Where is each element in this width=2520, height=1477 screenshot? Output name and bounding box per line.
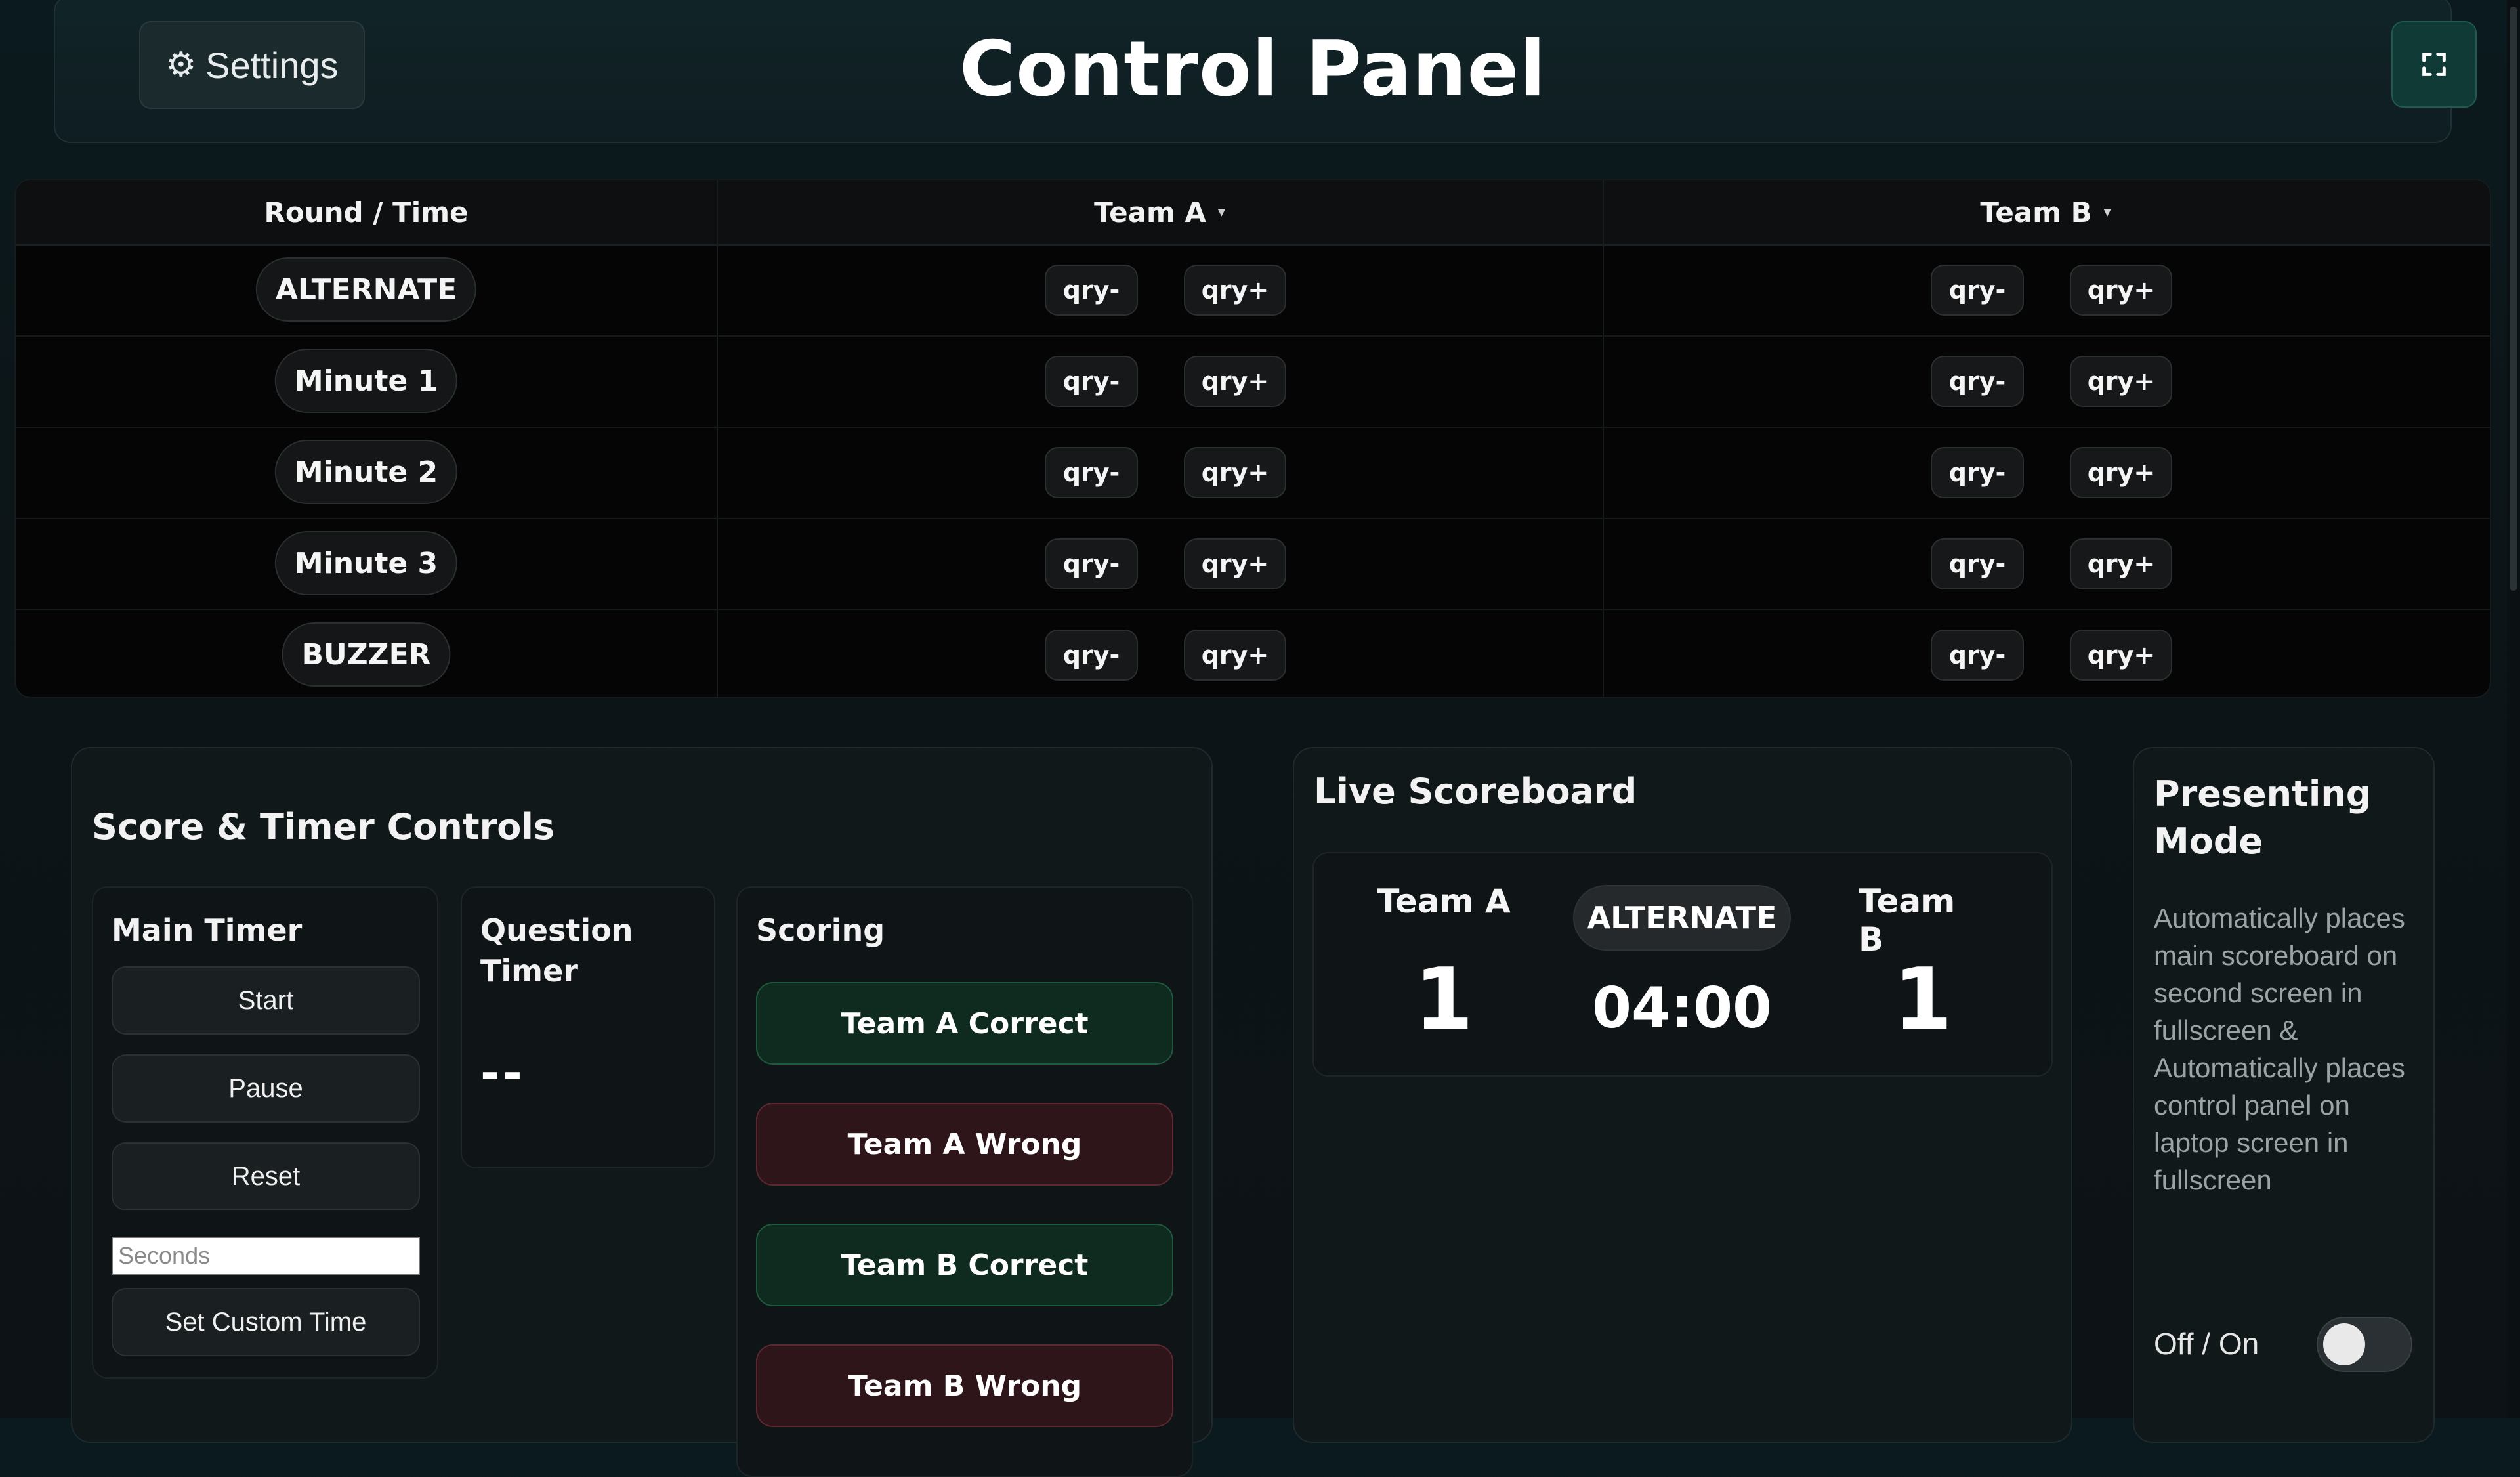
presenting-mode-title: Presenting Mode [2154,773,2372,862]
team-a-question-plus-button[interactable]: qry+ [1184,356,1286,407]
column-header-label: Team A [1094,196,1206,228]
start-button[interactable]: Start [112,966,420,1035]
column-header-team-b[interactable]: Team B ▾ [1603,180,2488,244]
team-a-question-plus-button[interactable]: qry+ [1184,447,1286,498]
team-b-score: 1 [1893,949,1953,1049]
table-header: Round / Time Team A ▾ Team B ▾ [16,180,2490,246]
table-row: Minute 3 qry-qry+ qry-qry+ [16,518,2490,610]
team-b-question-plus-button[interactable]: qry+ [2070,630,2172,681]
team-a-question-minus-button[interactable]: qry- [1045,356,1138,407]
team-a-wrong-button[interactable]: Team A Wrong [756,1103,1173,1186]
team-a-question-minus-button[interactable]: qry- [1045,538,1138,589]
main-timer-display: 04:00 [1592,975,1772,1041]
table-row: Minute 1 qry-qry+ qry-qry+ [16,335,2490,428]
current-round-badge: ALTERNATE [1573,885,1791,951]
question-timer-panel: Question Timer -- [461,886,715,1168]
team-b-question-minus-button[interactable]: qry- [1931,447,2024,498]
rounds-table: Round / Time Team A ▾ Team B ▾ ALTERNATE… [14,179,2491,698]
team-b-question-plus-button[interactable]: qry+ [2070,447,2172,498]
main-timer-panel: Main Timer Start Pause Reset Set Custom … [92,886,438,1379]
team-a-question-minus-button[interactable]: qry- [1045,265,1138,316]
team-a-correct-button[interactable]: Team A Correct [756,982,1173,1065]
reset-button[interactable]: Reset [112,1142,420,1210]
page-title: Control Panel [959,25,1547,114]
team-b-wrong-button[interactable]: Team B Wrong [756,1344,1173,1427]
seconds-input[interactable] [112,1237,420,1275]
team-b-question-plus-button[interactable]: qry+ [2070,356,2172,407]
team-a-question-plus-button[interactable]: qry+ [1184,538,1286,589]
team-a-question-minus-button[interactable]: qry- [1045,447,1138,498]
team-a-score: 1 [1414,949,1474,1049]
round-button[interactable]: Minute 3 [274,531,458,595]
toggle-knob [2323,1323,2365,1365]
table-row: Minute 2 qry-qry+ qry-qry+ [16,427,2490,519]
fullscreen-button[interactable] [2391,21,2477,108]
live-scoreboard-panel: Live Scoreboard Team A 1 ALTERNATE 04:00… [1293,747,2072,1443]
toggle-label: Off / On [2154,1327,2259,1361]
team-b-question-minus-button[interactable]: qry- [1931,265,2024,316]
round-button[interactable]: BUZZER [282,622,451,687]
column-header-team-a[interactable]: Team A ▾ [717,180,1603,244]
set-custom-time-button[interactable]: Set Custom Time [112,1288,420,1356]
chevron-down-icon: ▾ [2103,203,2111,221]
team-a-question-plus-button[interactable]: qry+ [1184,265,1286,316]
scrollbar-thumb[interactable] [2510,7,2517,591]
scoreboard-title: Live Scoreboard [1314,771,1637,812]
column-header-label: Round / Time [264,196,469,228]
presenting-mode-panel: Presenting Mode Automatically places mai… [2133,747,2435,1443]
team-b-name: Team B [1858,882,1956,958]
team-b-question-plus-button[interactable]: qry+ [2070,538,2172,589]
round-button[interactable]: Minute 1 [274,349,458,413]
team-b-question-minus-button[interactable]: qry- [1931,356,2024,407]
pause-button[interactable]: Pause [112,1054,420,1123]
scoring-panel: Scoring Team A Correct Team A Wrong Team… [736,886,1193,1477]
chevron-down-icon: ▾ [1217,203,1225,221]
question-timer-title: Question Timer [480,912,633,989]
round-button[interactable]: ALTERNATE [255,257,477,322]
main-timer-title: Main Timer [112,912,303,948]
header-bar: ⚙ Settings Control Panel [54,0,2477,143]
column-header-label: Team B [1980,196,2092,228]
presenting-mode-toggle[interactable] [2317,1317,2412,1372]
fullscreen-icon [2422,53,2446,76]
presenting-mode-description: Automatically places main scoreboard on … [2154,903,2405,1195]
page-scrollbar[interactable] [2507,0,2520,1418]
team-b-question-minus-button[interactable]: qry- [1931,630,2024,681]
column-header-round: Round / Time [16,180,717,244]
round-button[interactable]: Minute 2 [274,440,458,504]
team-a-name: Team A [1377,882,1511,920]
team-a-question-plus-button[interactable]: qry+ [1184,630,1286,681]
panel-title: Score & Timer Controls [92,806,555,847]
scoring-title: Scoring [756,912,885,948]
question-timer-value: -- [480,1045,525,1100]
scoreboard-display: Team A 1 ALTERNATE 04:00 Team B 1 [1312,852,2053,1077]
team-b-question-minus-button[interactable]: qry- [1931,538,2024,589]
team-b-correct-button[interactable]: Team B Correct [756,1224,1173,1306]
team-a-question-minus-button[interactable]: qry- [1045,630,1138,681]
table-row: ALTERNATE qry-qry+ qry-qry+ [16,244,2490,337]
team-b-question-plus-button[interactable]: qry+ [2070,265,2172,316]
score-timer-controls-panel: Score & Timer Controls Main Timer Start … [71,747,1213,1477]
table-row: BUZZER qry-qry+ qry-qry+ [16,609,2490,697]
